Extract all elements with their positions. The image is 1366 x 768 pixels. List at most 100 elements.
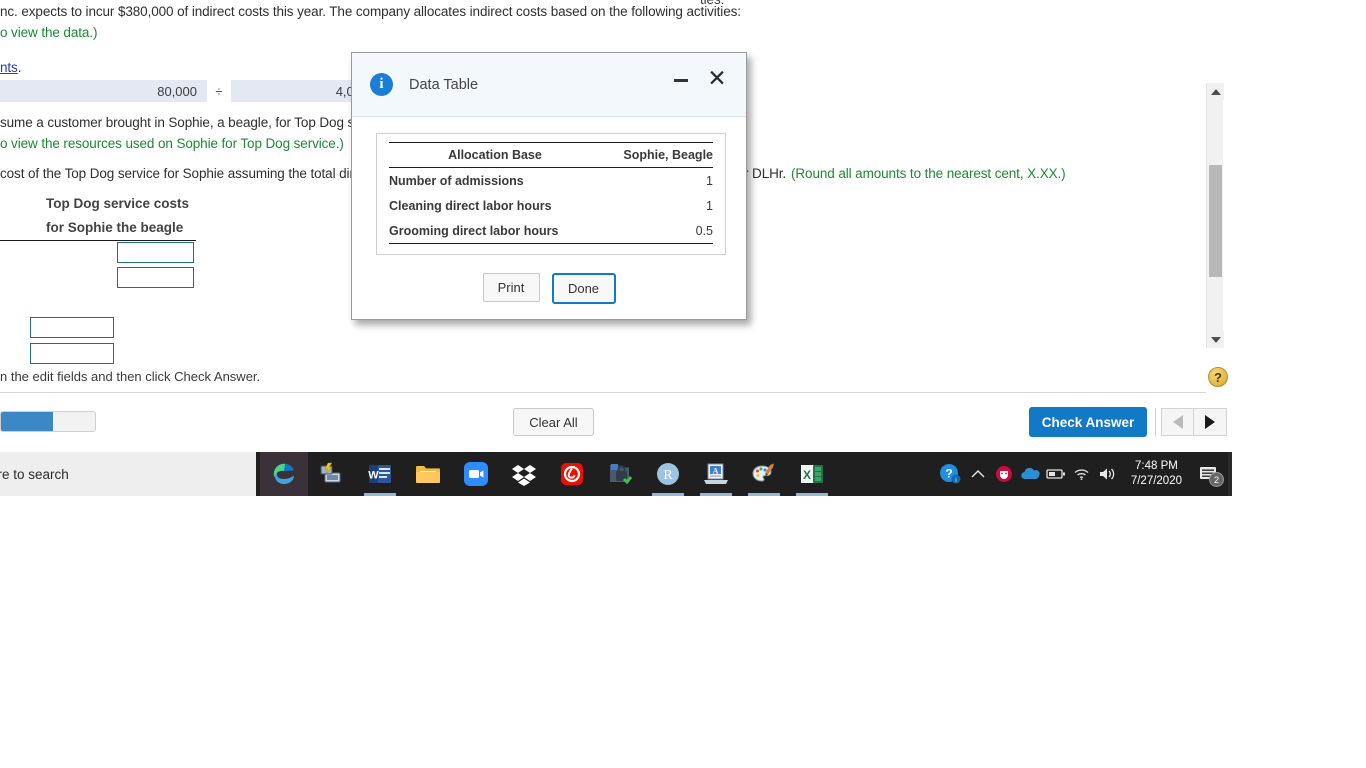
help-tray-icon[interactable]: ? i [935,452,965,496]
vertical-scrollbar[interactable] [1206,83,1224,348]
search-input[interactable]: ere to search [0,452,256,496]
print-button[interactable]: Print [482,273,540,302]
file-explorer-icon [416,466,440,483]
battery-tray-icon[interactable] [1043,452,1069,496]
check-answer-button[interactable]: Check Answer [1029,407,1147,437]
network-diagnostic-icon [320,462,341,483]
svg-text:A: A [713,467,719,476]
chevron-right-icon [1205,415,1215,429]
progress-bar-fill [1,412,53,431]
answer-input-4[interactable] [30,343,114,364]
problem-line-4-hint: o view the resources used on Sophie for … [0,136,344,151]
screen-root: ties: nc. expects to incur $380,000 of i… [0,0,1366,768]
answer-input-3[interactable] [30,317,114,338]
notification-center-button[interactable]: 2 [1192,452,1226,496]
lock-folder-icon [610,464,633,485]
taskbar-item-network-diagnostic[interactable] [308,452,356,496]
problem-line-5-right: r DLHr. [744,166,787,181]
problem-line-5: cost of the Top Dog service for Sophie a… [0,166,362,181]
problem-line-2-hint: o view the data.) [0,25,98,40]
requirements-link-row: nts. [0,60,21,75]
previous-button[interactable] [1161,408,1194,436]
scrollbar-thumb[interactable] [1209,165,1222,277]
problem-line-1: nc. expects to incur $380,000 of indirec… [0,4,741,19]
taskbar-item-file-explorer[interactable] [404,452,452,496]
scroll-down-button[interactable] [1207,331,1224,348]
clock-time: 7:48 PM [1135,460,1178,472]
progress-bar [0,411,96,432]
clear-all-button[interactable]: Clear All [513,408,594,436]
reader-icon: A [704,463,728,484]
cell-value: 0.5 [600,218,713,244]
rstudio-icon: R [657,463,679,485]
taskbar-item-paint[interactable] [740,452,788,496]
taskbar-item-word[interactable]: W [356,452,404,496]
close-icon[interactable]: ✕ [704,65,730,91]
table-row: Cleaning direct labor hours 1 [389,193,713,218]
triangle-down-icon [1210,336,1221,343]
clock-date: 7/27/2020 [1130,475,1182,487]
answer-input-2[interactable] [117,267,194,288]
answer-table-rule [0,240,196,241]
taskbar-item-excel[interactable]: X [788,452,836,496]
dialog-title: Data Table [409,76,479,93]
search-placeholder: ere to search [0,466,69,482]
taskbar-item-zoom[interactable] [452,452,500,496]
dropbox-icon [512,465,536,486]
shield-icon [995,466,1012,482]
svg-text:W: W [368,470,379,482]
speaker-icon [1099,468,1115,480]
show-desktop-button[interactable] [1228,452,1232,496]
word-icon: W [368,465,391,483]
data-table: Allocation Base Sophie, Beagle Number of… [389,142,713,244]
cell-base: Grooming direct labor hours [389,218,601,244]
cell-base: Number of admissions [389,174,524,188]
notification-count-badge: 2 [1209,472,1224,487]
creative-cloud-icon [561,463,583,485]
system-tray: ? i 7:48 PM 7/27/2020 2 [935,452,1232,496]
cell-value: 1 [706,199,713,213]
done-button[interactable]: Done [551,273,616,304]
taskbar-clock[interactable]: 7:48 PM 7/27/2020 [1121,459,1192,489]
cell-value: 1 [706,174,713,188]
app-running-underline [364,493,396,496]
table-header-row: Allocation Base Sophie, Beagle [389,142,713,168]
column-header-allocation-base: Allocation Base [389,142,601,168]
dialog-button-row: Print Done [352,273,746,304]
data-table-container: Allocation Base Sophie, Beagle Number of… [376,133,726,255]
app-running-underline [748,493,780,496]
requirements-link[interactable]: nts [0,60,18,75]
antivirus-tray-icon[interactable] [991,452,1017,496]
data-table-dialog: i Data Table ✕ Allocation Base Sophie, B… [351,52,747,320]
scroll-up-button[interactable] [1207,83,1224,100]
zoom-icon [464,462,488,486]
taskbar-item-edge[interactable] [260,452,308,496]
problem-line-5-hint: (Round all amounts to the nearest cent, … [791,166,1066,181]
taskbar-item-lock-folder[interactable] [596,452,644,496]
answer-table-header-line1: Top Dog service costs [46,196,190,211]
volume-tray-icon[interactable] [1095,452,1121,496]
taskbar-item-rstudio[interactable]: R [644,452,692,496]
problem-line-3: sume a customer brought in Sophie, a bea… [0,115,366,130]
wifi-tray-icon[interactable] [1069,452,1095,496]
table-row: Number of admissions 1 [389,168,713,194]
wifi-icon [1074,469,1089,481]
dialog-title-bar[interactable]: i Data Table ✕ [352,53,746,117]
instruction-divider [0,392,1206,393]
triangle-up-icon [1210,88,1221,95]
taskbar-item-dropbox[interactable] [500,452,548,496]
calc-operator: ÷ [207,80,231,102]
svg-text:X: X [803,468,811,482]
next-button[interactable] [1194,408,1227,436]
taskbar-item-creative-cloud[interactable] [548,452,596,496]
windows-taskbar: ere to search [0,452,1232,496]
onedrive-tray-icon[interactable] [1017,452,1043,496]
edge-icon [273,463,294,484]
show-hidden-icons-button[interactable] [965,452,991,496]
taskbar-item-reader[interactable]: A [692,452,740,496]
nav-button-group [1161,408,1227,436]
answer-input-1[interactable] [117,242,194,263]
app-running-underline [796,493,828,496]
minimize-icon[interactable] [674,79,688,82]
help-icon[interactable]: ? [1208,367,1228,387]
